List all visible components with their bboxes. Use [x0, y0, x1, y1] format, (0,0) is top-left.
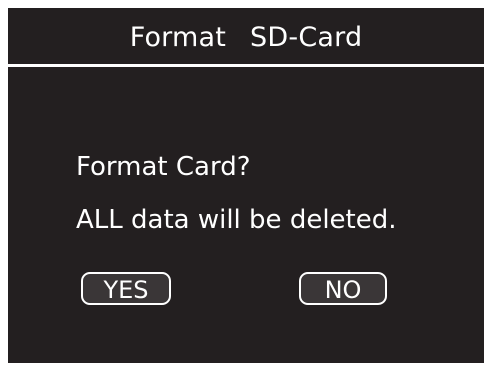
header-title-format: Format [129, 21, 227, 53]
format-prompt: Format Card? [76, 152, 251, 182]
header-title-sd-card: SD-Card [250, 21, 363, 53]
yes-button[interactable]: YES [81, 272, 171, 305]
header-divider [8, 64, 484, 67]
delete-warning: ALL data will be deleted. [76, 205, 397, 235]
screen-header: Format SD-Card [8, 8, 484, 66]
device-screen: Format SD-Card Format Card? ALL data wil… [8, 8, 484, 363]
no-button[interactable]: NO [299, 272, 387, 305]
